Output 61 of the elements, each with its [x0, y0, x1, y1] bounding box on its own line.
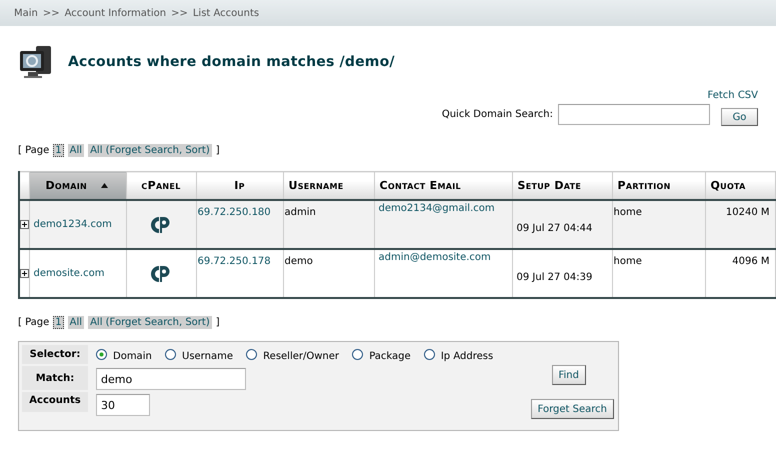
- ip-link[interactable]: 69.72.250.178: [198, 256, 271, 267]
- radio-label: Ip Address: [440, 351, 494, 362]
- column-header[interactable]: Setup Date: [512, 172, 612, 200]
- column-header[interactable]: Quota: [705, 172, 775, 200]
- fetch-csv-link[interactable]: Fetch CSV: [708, 90, 758, 101]
- page-link[interactable]: All: [68, 144, 84, 157]
- column-header[interactable]: Username: [283, 172, 374, 200]
- pager-label: [ Page: [18, 145, 50, 156]
- go-button[interactable]: Go: [721, 108, 758, 126]
- domain-link[interactable]: demosite.com: [34, 268, 104, 279]
- column-header[interactable]: Contact Email: [374, 172, 512, 200]
- email-link[interactable]: admin@demosite.com: [378, 252, 491, 263]
- email-link[interactable]: demo2134@gmail.com: [378, 203, 495, 214]
- table-cell: 09 Jul 27 04:39: [512, 249, 612, 298]
- per-page-field[interactable]: 30: [96, 394, 150, 416]
- quick-search-label: Quick Domain Search:: [442, 108, 553, 120]
- table-cell: 4096 M: [705, 249, 775, 298]
- radio-button[interactable]: [352, 349, 364, 360]
- breadcrumb-separator: >>: [42, 8, 60, 18]
- page-title: Accounts where domain matches /demo/: [68, 54, 395, 70]
- radio-button[interactable]: [246, 349, 258, 360]
- page-link[interactable]: All (Forget Search, Sort): [88, 144, 212, 157]
- match-field[interactable]: demo: [96, 368, 246, 390]
- page-link[interactable]: 1: [53, 316, 64, 329]
- pager-bracket: ]: [216, 145, 220, 156]
- page-link[interactable]: All (Forget Search, Sort): [88, 316, 212, 329]
- column-header[interactable]: Partition: [612, 172, 705, 200]
- radio-label: Domain: [113, 351, 152, 362]
- match-label: Match:: [22, 366, 88, 390]
- radio-button[interactable]: [96, 349, 107, 360]
- per-page-label: Accounts: [22, 392, 88, 412]
- page-link[interactable]: 1: [53, 144, 64, 157]
- radio-label: Reseller/Owner: [263, 351, 340, 362]
- find-button[interactable]: Find: [552, 365, 586, 385]
- ip-link[interactable]: 69.72.250.180: [198, 207, 271, 218]
- quick-search-field[interactable]: [558, 104, 710, 124]
- radio-button[interactable]: [424, 349, 435, 360]
- column-header[interactable]: cPanel: [126, 172, 196, 200]
- breadcrumb-item[interactable]: Account Information: [64, 8, 166, 18]
- radio-label: Username: [182, 351, 233, 362]
- expand-icon[interactable]: [20, 220, 29, 229]
- selector-label: Selector:: [22, 345, 88, 364]
- cpanel-logo-icon[interactable]: [150, 264, 172, 282]
- pager-bracket: ]: [216, 317, 220, 328]
- breadcrumb-item[interactable]: List Accounts: [192, 8, 260, 18]
- expand-icon[interactable]: [20, 268, 29, 278]
- domain-link[interactable]: demo1234.com: [34, 219, 112, 230]
- computer-icon: [18, 44, 54, 80]
- cpanel-logo-icon[interactable]: [150, 216, 172, 234]
- breadcrumb-separator: >>: [171, 8, 188, 18]
- column-header[interactable]: Ip: [196, 172, 283, 200]
- radio-label: Package: [369, 351, 411, 362]
- sort-ascending-icon: [101, 183, 108, 188]
- breadcrumb-item[interactable]: Main: [14, 8, 38, 18]
- radio-button[interactable]: [165, 349, 176, 360]
- page-link[interactable]: All: [68, 316, 84, 329]
- table-cell: home: [612, 249, 705, 298]
- table-cell: demo: [283, 249, 374, 298]
- forget-search-button[interactable]: Forget Search: [530, 399, 614, 419]
- pager-label: [ Page: [18, 317, 50, 328]
- column-header[interactable]: Domain: [29, 172, 126, 200]
